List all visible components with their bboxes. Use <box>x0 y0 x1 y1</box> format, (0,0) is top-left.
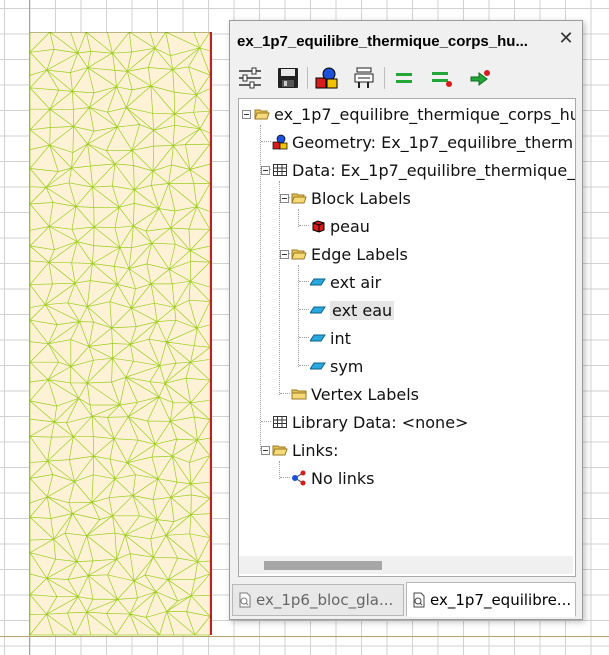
tree-connector <box>261 141 271 142</box>
tab-ex-1p6[interactable]: ex_1p6_bloc_gla... <box>232 584 404 616</box>
tree-item-ext-eau[interactable]: ext eau <box>310 298 395 322</box>
tab-label: ex_1p6_bloc_gla... <box>256 591 394 609</box>
tree-item-no-links[interactable]: No links <box>291 466 374 490</box>
tree-item-label: Data: Ex_1p7_equilibre_thermique_ <box>292 160 576 180</box>
tree-item-int[interactable]: int <box>310 326 351 350</box>
link-nodes-icon <box>292 470 306 486</box>
tree-item-sym[interactable]: sym <box>310 354 363 378</box>
document-icon <box>239 592 251 608</box>
collapse-toggle[interactable] <box>280 250 289 259</box>
horizontal-axis-line <box>0 636 609 637</box>
open-folder-icon <box>291 193 307 204</box>
tree-connector <box>261 421 271 422</box>
tree-item-label: Block Labels <box>311 188 411 208</box>
equal-icon <box>396 73 412 83</box>
solver-icon <box>354 67 374 88</box>
tree-item-root[interactable]: ex_1p7_equilibre_thermique_corps_hu <box>254 102 576 126</box>
collapse-toggle[interactable] <box>242 110 251 119</box>
edge-label-icon <box>310 334 326 342</box>
toolbar-separator <box>307 67 308 89</box>
tree-item-label: int <box>330 328 351 348</box>
open-folder-icon <box>291 249 307 260</box>
open-folder-icon <box>272 445 288 456</box>
geometry-shapes-icon <box>272 134 288 150</box>
tree-connector <box>299 337 309 338</box>
panel-title: ex_1p7_equilibre_thermique_corps_hu... <box>237 32 528 50</box>
tab-label: ex_1p7_equilibre... <box>430 590 572 609</box>
sliders-icon <box>239 67 261 89</box>
tree-item-label: Vertex Labels <box>311 384 420 404</box>
tree-connector <box>299 365 309 366</box>
table-icon <box>273 416 287 428</box>
document-tabs: ex_1p6_bloc_gla... ex_1p7_equilibre... <box>230 582 582 618</box>
tree-item-label: Geometry: Ex_1p7_equilibre_therm <box>292 132 574 152</box>
tree-item-label: peau <box>330 216 370 236</box>
panel-toolbar <box>237 64 505 92</box>
edge-label-icon <box>310 306 326 314</box>
equalize-button[interactable] <box>391 65 417 91</box>
tree-connector <box>280 393 290 394</box>
equal-arrow-icon <box>432 72 452 87</box>
tree-item-edge-labels[interactable]: Edge Labels <box>291 242 408 266</box>
finite-element-mesh[interactable] <box>30 32 213 636</box>
tree-connector <box>279 181 280 395</box>
tree-item-label: Library Data: <none> <box>292 412 469 432</box>
geometry-shapes-icon <box>315 67 338 89</box>
collapse-toggle[interactable] <box>261 166 270 175</box>
tab-ex-1p7[interactable]: ex_1p7_equilibre... <box>406 582 576 617</box>
table-icon <box>273 164 287 176</box>
open-folder-icon <box>254 109 270 120</box>
tree-item-links[interactable]: Links: <box>272 438 339 462</box>
tree-item-peau[interactable]: peau <box>310 214 370 238</box>
panel-title-bar[interactable]: ex_1p7_equilibre_thermique_corps_hu... ✕ <box>230 21 582 61</box>
tree-item-label: Links: <box>292 440 339 460</box>
tree-item-label: ext eau <box>330 300 395 320</box>
run-icon <box>470 70 490 86</box>
folder-icon <box>291 389 307 400</box>
solver-button[interactable] <box>352 65 378 91</box>
edge-label-icon <box>310 362 326 370</box>
tree-connector <box>299 281 309 282</box>
toolbar-separator <box>384 67 385 89</box>
project-tree[interactable]: ex_1p7_equilibre_thermique_corps_hu Geom… <box>238 98 576 577</box>
project-panel: ex_1p7_equilibre_thermique_corps_hu... ✕ <box>229 20 583 620</box>
tree-item-label: ext air <box>330 272 382 292</box>
tree-connector <box>280 477 290 478</box>
geometry-button[interactable] <box>314 65 340 91</box>
tree-item-geometry[interactable]: Geometry: Ex_1p7_equilibre_therm <box>272 130 573 154</box>
tree-item-label: sym <box>330 356 364 376</box>
tree-item-label: No links <box>311 468 375 488</box>
tree-item-data[interactable]: Data: Ex_1p7_equilibre_thermique_ <box>272 158 575 182</box>
tree-item-ext-air[interactable]: ext air <box>310 270 381 294</box>
tree-item-label: ex_1p7_equilibre_thermique_corps_hu <box>274 104 576 124</box>
properties-button[interactable] <box>237 65 263 91</box>
tree-item-block-labels[interactable]: Block Labels <box>291 186 411 210</box>
equalize-arrow-button[interactable] <box>429 65 455 91</box>
scrollbar-thumb[interactable] <box>264 561 382 570</box>
red-cube-icon <box>312 220 325 233</box>
tree-item-library-data[interactable]: Library Data: <none> <box>272 410 468 434</box>
tree-connector <box>299 225 309 226</box>
tree-connector <box>299 309 309 310</box>
edge-label-icon <box>310 278 326 286</box>
tree-item-vertex-labels[interactable]: Vertex Labels <box>291 382 419 406</box>
close-button[interactable]: ✕ <box>557 30 575 48</box>
save-icon <box>278 68 298 88</box>
horizontal-scrollbar[interactable] <box>239 556 573 574</box>
collapse-toggle[interactable] <box>280 194 289 203</box>
run-button[interactable] <box>467 65 493 91</box>
save-button[interactable] <box>275 65 301 91</box>
tree-item-label: Edge Labels <box>311 244 408 264</box>
collapse-toggle[interactable] <box>261 446 270 455</box>
mesh-background <box>30 32 210 635</box>
document-icon <box>413 592 425 607</box>
